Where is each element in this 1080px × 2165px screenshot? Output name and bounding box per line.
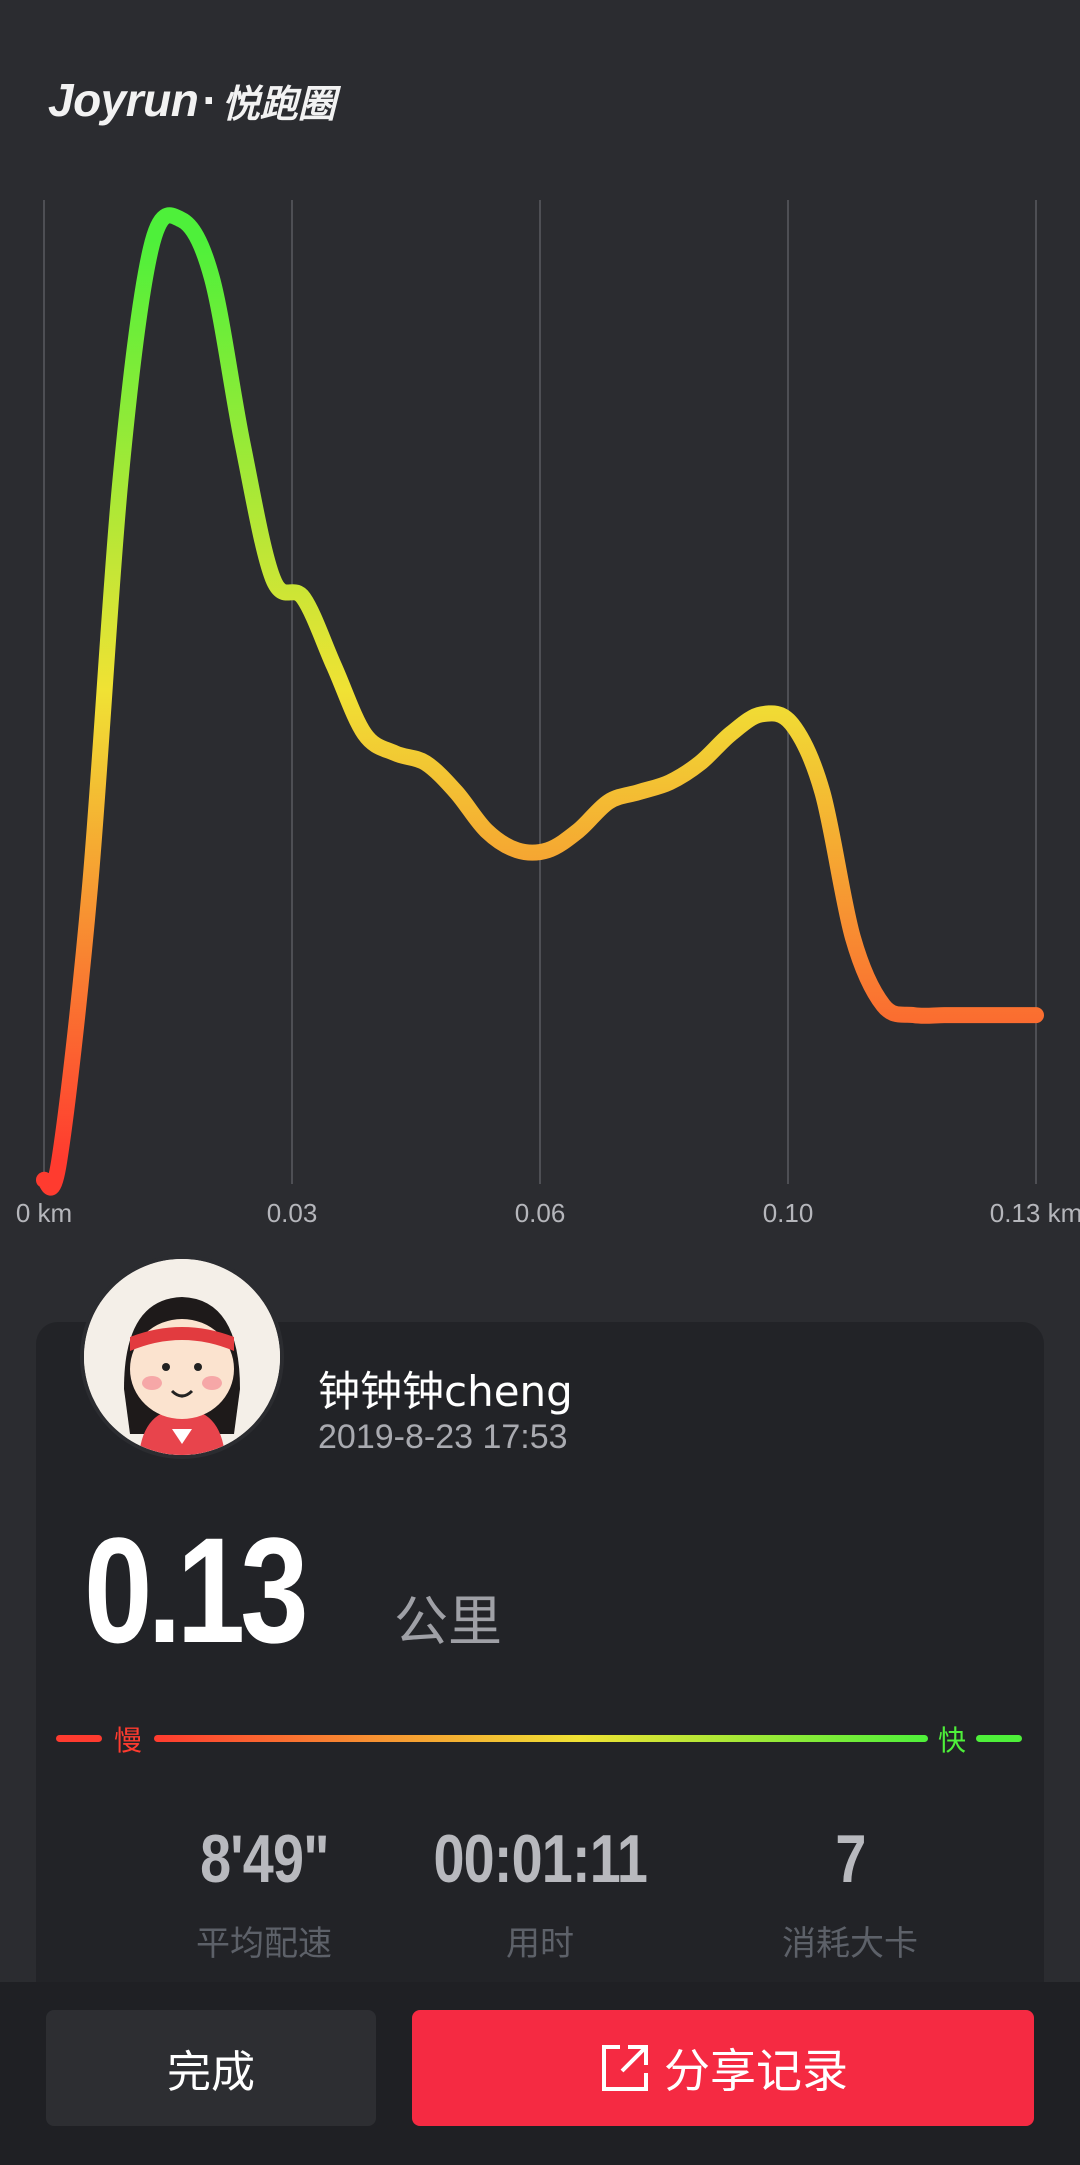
x-tick-label: 0.06 (515, 1198, 566, 1228)
legend-fast-segment (976, 1735, 1022, 1742)
stats-row: 8'49" 平均配速 00:01:11 用时 7 消耗大卡 (36, 1820, 1044, 1980)
x-tick-label: 0.10 (763, 1198, 814, 1228)
stat-label: 消耗大卡 (782, 1924, 918, 1964)
app-logo: Joyrun · 悦跑圈 (48, 70, 336, 130)
avatar-image (84, 1259, 280, 1455)
stat-value: 8'49" (199, 1821, 329, 1897)
pace-chart: 0 km 0.03 0.06 0.10 0.13 km (16, 200, 1080, 1228)
legend-fast-label: 快 (938, 1724, 966, 1756)
stat-label: 用时 (506, 1924, 574, 1964)
stat-label: 平均配速 (196, 1924, 332, 1964)
stat-value: 00:01:11 (433, 1821, 647, 1897)
stat-duration: 00:01:11 用时 (390, 1820, 690, 1965)
distance-unit: 公里 (394, 1590, 502, 1653)
speed-legend-bar: 慢 快 (56, 1724, 1022, 1756)
logo-text-cn: 悦跑圈 (221, 81, 336, 126)
x-tick-label: 0 km (16, 1198, 72, 1228)
x-tick-label: 0.13 km (990, 1198, 1080, 1228)
done-button[interactable]: 完成 (46, 2010, 376, 2126)
done-label: 完成 (167, 2047, 255, 2098)
x-tick-label: 0.03 (267, 1198, 318, 1228)
avatar[interactable] (80, 1255, 284, 1459)
logo-separator: · (202, 74, 218, 126)
legend-slow-label: 慢 (114, 1724, 142, 1756)
share-icon (598, 2041, 652, 2095)
user-name: 钟钟钟cheng (318, 1367, 573, 1416)
cartoon-girl-icon (84, 1259, 280, 1455)
share-label: 分享记录 (664, 2044, 848, 2098)
legend-gradient (154, 1735, 928, 1742)
distance-display: 0.13 公里 (84, 1506, 502, 1674)
stat-value: 7 (834, 1821, 866, 1897)
distance-value: 0.13 (84, 1506, 309, 1674)
logo-text-en: Joyrun (48, 74, 199, 126)
stat-avg-pace: 8'49" 平均配速 (114, 1820, 414, 1965)
legend-slow-segment (56, 1735, 102, 1742)
stat-calories: 7 消耗大卡 (700, 1820, 1000, 1965)
run-timestamp: 2019-8-23 17:53 (318, 1418, 568, 1456)
share-record-button[interactable]: 分享记录 (412, 2010, 1034, 2126)
